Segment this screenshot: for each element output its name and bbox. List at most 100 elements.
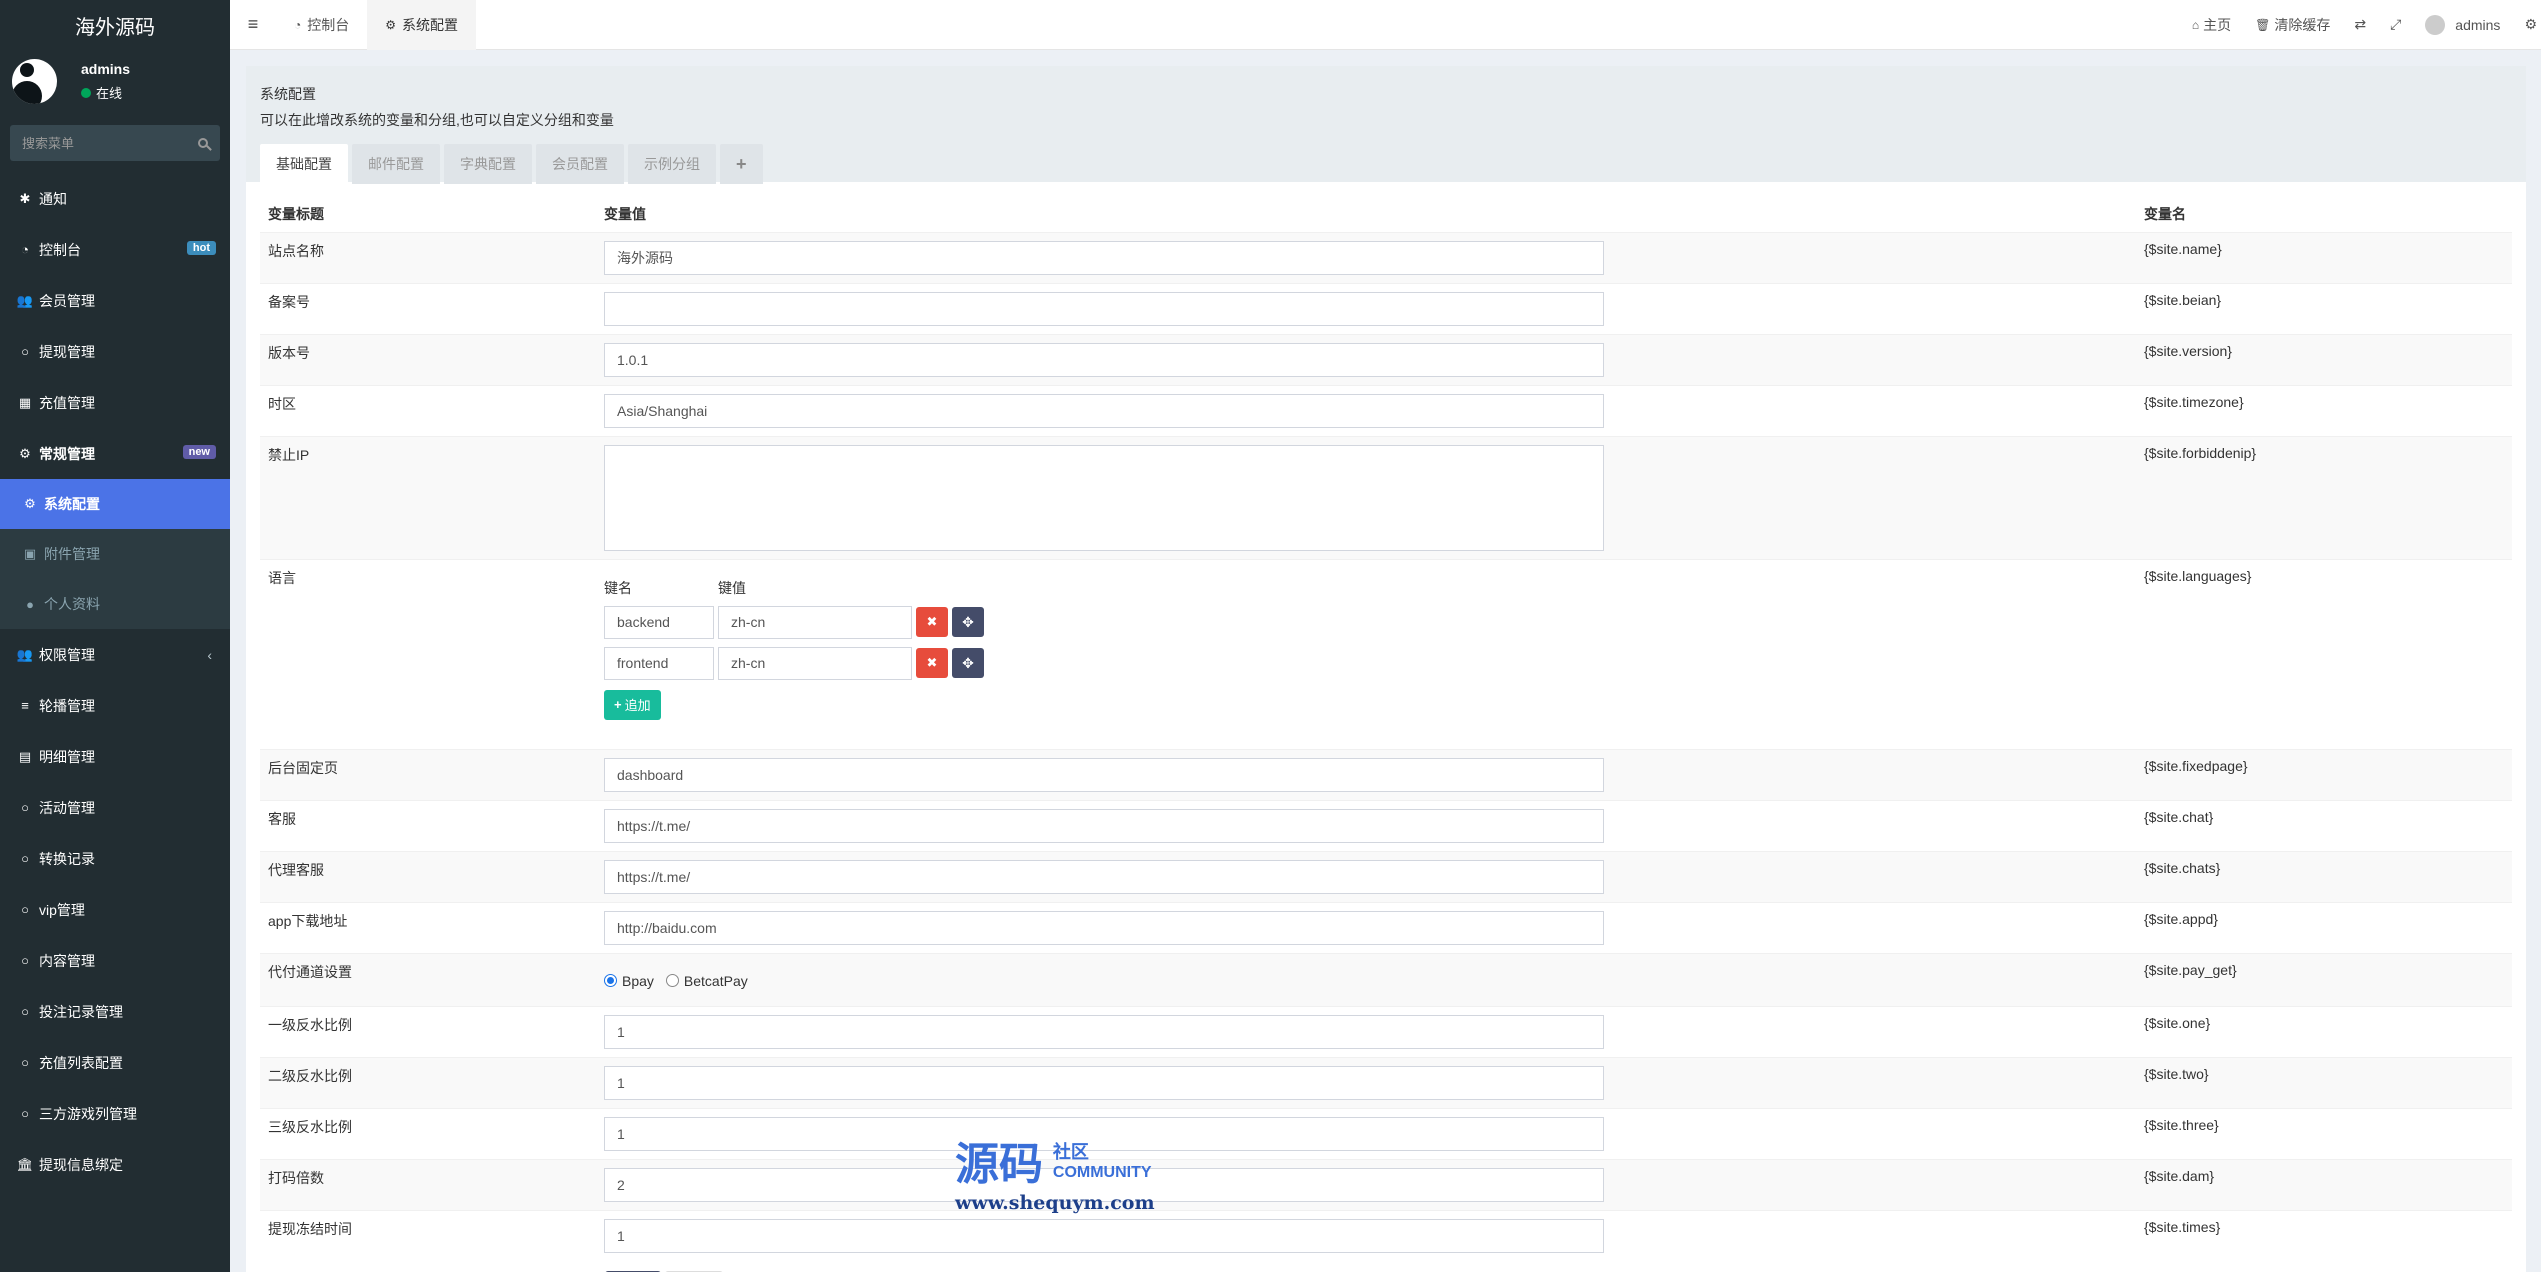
table-row: 禁止IP {$site.forbiddenip}: [260, 435, 2512, 559]
language-value-input[interactable]: [718, 646, 912, 680]
sidebar-item-conversion[interactable]: ○ 转换记录: [0, 833, 230, 884]
clear-cache-button[interactable]: 🗑 清除缓存: [2243, 0, 2342, 50]
tab-dashboard[interactable]: ◔ 控制台: [276, 0, 367, 50]
languages-editor: 键名 键值 ✖ ✥ ✖ ✥: [596, 558, 2136, 749]
calendar-icon: ▤: [18, 748, 32, 764]
sidebar-item-withdraw-binding[interactable]: 🏛 提现信息绑定: [0, 1139, 230, 1190]
dashboard-icon: ◔: [21, 242, 29, 257]
sidebar-item-auth[interactable]: 👥 权限管理 ‹: [0, 629, 230, 680]
language-value-input[interactable]: [718, 605, 912, 639]
radio-checked-icon[interactable]: [604, 974, 617, 987]
withdraw-freeze-input[interactable]: [604, 1218, 1604, 1253]
menu-search-input[interactable]: [22, 135, 198, 151]
tab-example[interactable]: 示例分组: [628, 144, 716, 184]
sidebar-item-bets[interactable]: ○ 投注记录管理: [0, 986, 230, 1037]
new-badge: new: [182, 445, 216, 459]
table-row: 备案号 {$site.beian}: [260, 282, 2512, 334]
fixedpage-input[interactable]: [604, 757, 1604, 792]
drag-handle-icon[interactable]: ✥: [952, 607, 984, 637]
sidebar-item-system-config[interactable]: ⚙ 系统配置: [0, 479, 230, 529]
language-key-input[interactable]: [604, 605, 714, 639]
add-tab-button[interactable]: +: [720, 144, 763, 184]
sidebar-item-dashboard[interactable]: ◔ 控制台 hot: [0, 224, 230, 275]
rebate-one-input[interactable]: [604, 1014, 1604, 1049]
sidebar-item-members[interactable]: 👥 会员管理: [0, 275, 230, 326]
sidebar-item-third-games[interactable]: ○ 三方游戏列管理: [0, 1088, 230, 1139]
table-row: 打码倍数 {$site.dam}: [260, 1158, 2512, 1210]
tab-system-config[interactable]: ⚙ 系统配置: [367, 0, 477, 50]
page-title: 系统配置: [260, 86, 316, 102]
trash-icon: 🗑: [2255, 17, 2271, 32]
language-key-input[interactable]: [604, 646, 714, 680]
append-button[interactable]: + 追加: [604, 689, 661, 720]
users-icon: 👥: [16, 292, 34, 308]
site-name-input[interactable]: [604, 240, 1604, 275]
sidebar-item-notice[interactable]: ✱ 通知: [0, 173, 230, 224]
remove-row-button[interactable]: ✖: [916, 607, 948, 637]
menu-search: [10, 125, 220, 161]
header-title: 变量标题: [268, 205, 324, 222]
circle-icon: ○: [21, 1004, 29, 1019]
user-menu[interactable]: admins: [2413, 0, 2512, 50]
circle-icon: ○: [21, 902, 29, 917]
file-image-icon: ▣: [23, 546, 37, 561]
plus-icon: +: [614, 697, 622, 712]
circle-icon: ○: [21, 1055, 29, 1070]
sidebar-item-banner[interactable]: ≡ 轮播管理: [0, 680, 230, 731]
table-row: 客服 {$site.chat}: [260, 799, 2512, 851]
config-table: 变量标题 变量值 变量名 站点名称 {$site.name} 备案号 {$sit…: [260, 182, 2512, 1261]
table-row: app下载地址 {$site.appd}: [260, 901, 2512, 953]
gear-icon: ⚙: [24, 496, 36, 511]
sidebar-item-profile[interactable]: ● 个人资料: [0, 579, 230, 629]
sidebar-item-vip[interactable]: ○ vip管理: [0, 884, 230, 935]
rebate-two-input[interactable]: [604, 1065, 1604, 1100]
table-row: 时区 {$site.timezone}: [260, 384, 2512, 436]
language-row: ✖ ✥: [604, 605, 2128, 639]
fullscreen-icon[interactable]: ⤢: [2378, 0, 2413, 50]
version-input[interactable]: [604, 342, 1604, 377]
sidebar-item-withdraw[interactable]: ○ 提现管理: [0, 326, 230, 377]
sidebar-item-attachments[interactable]: ▣ 附件管理: [0, 529, 230, 579]
table-row: 代付通道设置 Bpay BetcatPay {$site.pay_get}: [260, 952, 2512, 1006]
asterisk-icon: ✱: [19, 190, 31, 206]
sidebar-item-content[interactable]: ○ 内容管理: [0, 935, 230, 986]
radio-betcatpay[interactable]: BetcatPay: [665, 973, 748, 989]
cogs-icon: ⚙: [19, 445, 31, 461]
table-row: 代理客服 {$site.chats}: [260, 850, 2512, 902]
tab-member[interactable]: 会员配置: [536, 144, 624, 184]
panel-heading: 系统配置 可以在此增改系统的变量和分组,也可以自定义分组和变量 基础配置 邮件配…: [246, 66, 2526, 184]
sidebar-item-general[interactable]: ⚙ 常规管理 new: [0, 428, 230, 479]
circle-icon: ○: [21, 851, 29, 866]
chat-input[interactable]: [604, 808, 1604, 843]
tab-email[interactable]: 邮件配置: [352, 144, 440, 184]
sidebar-toggle-icon[interactable]: ≡: [230, 0, 276, 50]
tab-basic[interactable]: 基础配置: [260, 144, 348, 184]
circle-icon: ○: [21, 800, 29, 815]
language-icon[interactable]: ⇄: [2342, 0, 2378, 50]
sidebar-item-recharge-list[interactable]: ○ 充值列表配置: [0, 1037, 230, 1088]
table-row: 站点名称 {$site.name}: [260, 231, 2512, 283]
remove-row-button[interactable]: ✖: [916, 648, 948, 678]
sidebar-item-recharge[interactable]: ▦ 充值管理: [0, 377, 230, 428]
forbidden-ip-textarea[interactable]: [604, 444, 1604, 551]
user-status: 在线: [81, 83, 130, 102]
sidebar-menu: ✱ 通知 ◔ 控制台 hot 👥 会员管理 ○ 提现管理 ▦ 充值管理 ⚙ 常规…: [0, 173, 230, 1190]
sidebar-item-activity[interactable]: ○ 活动管理: [0, 782, 230, 833]
sidebar: 海外源码 admins 在线 ✱ 通知 ◔ 控制台 hot 👥 会员管理 ○: [0, 0, 230, 1272]
logo[interactable]: 海外源码: [0, 0, 230, 50]
gear-icon[interactable]: ⚙: [2512, 0, 2541, 50]
app-download-input[interactable]: [604, 910, 1604, 945]
home-link[interactable]: ⌂ 主页: [2180, 0, 2243, 50]
tab-dictionary[interactable]: 字典配置: [444, 144, 532, 184]
drag-handle-icon[interactable]: ✥: [952, 648, 984, 678]
sidebar-item-details[interactable]: ▤ 明细管理: [0, 731, 230, 782]
radio-unchecked-icon[interactable]: [665, 974, 679, 987]
timezone-input[interactable]: [604, 393, 1604, 428]
table-row: 二级反水比例 {$site.two}: [260, 1056, 2512, 1108]
circle-icon: ○: [21, 953, 29, 968]
grid-icon: ▦: [18, 394, 32, 410]
search-icon[interactable]: [198, 138, 208, 148]
beian-input[interactable]: [604, 291, 1604, 326]
agent-chat-input[interactable]: [604, 859, 1604, 894]
radio-bpay[interactable]: Bpay: [604, 973, 654, 989]
